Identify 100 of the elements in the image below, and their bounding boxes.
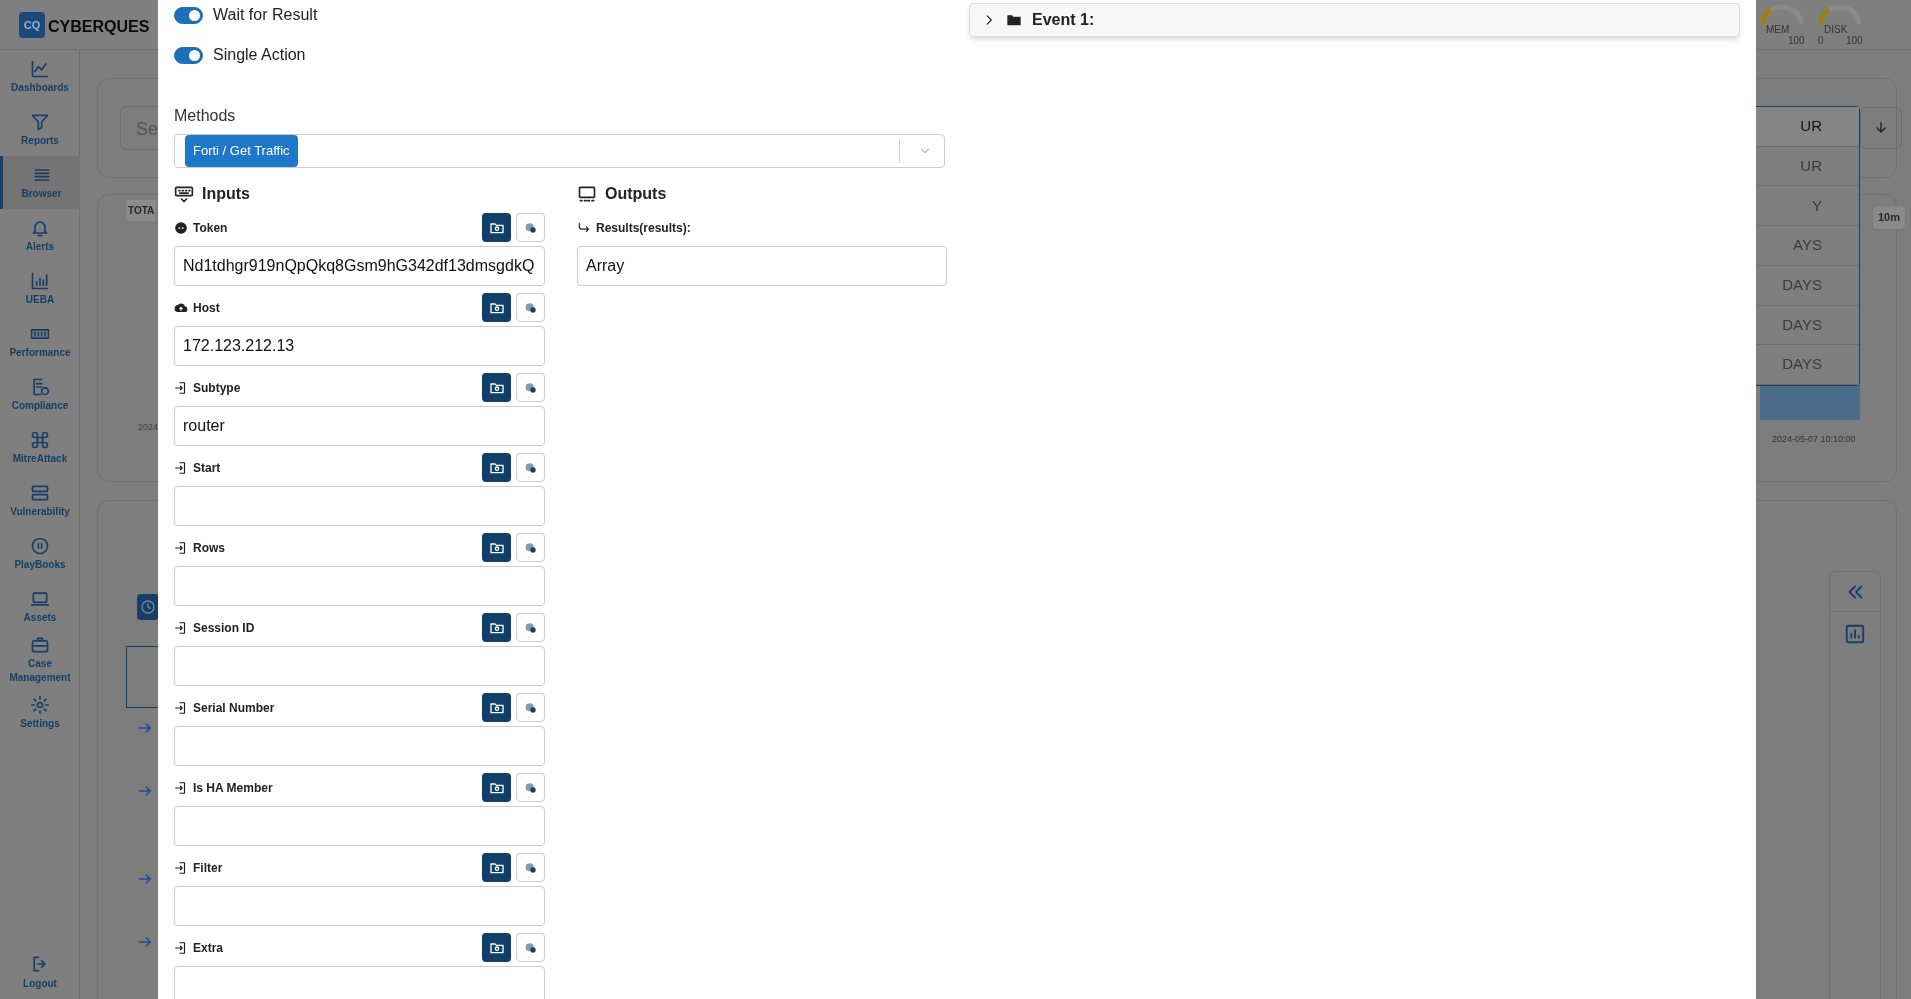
input-field[interactable]: [174, 805, 545, 846]
variable-button[interactable]: [516, 293, 545, 322]
snapshot-button[interactable]: [482, 453, 511, 482]
sidebar-item[interactable]: Compliance: [0, 368, 80, 421]
share-arrow-icon: [577, 220, 591, 235]
bar-chart-icon: [1844, 623, 1866, 645]
methods-select[interactable]: Forti / Get Traffic: [174, 134, 945, 168]
sidebar-item[interactable]: Settings: [0, 686, 80, 739]
variable-button[interactable]: [516, 693, 545, 722]
folder-icon: [1006, 12, 1022, 28]
snapshot-button[interactable]: [482, 693, 511, 722]
gauge-drawing: [1760, 4, 1804, 24]
input-field[interactable]: [174, 725, 545, 766]
logout-button[interactable]: Logout: [0, 947, 80, 997]
field-label: Host: [193, 299, 220, 317]
sidebar-item[interactable]: Assets: [0, 580, 80, 633]
toggle-label: Single Action: [213, 45, 306, 65]
bar-chart-icon: [30, 270, 50, 291]
settings-icon: [30, 694, 50, 715]
toggle-label: Wait for Result: [213, 5, 318, 25]
section-title: Inputs: [202, 183, 250, 204]
sign-in-icon: [174, 700, 188, 715]
snapshot-button[interactable]: [482, 213, 511, 242]
snapshot-button[interactable]: [482, 853, 511, 882]
variable-button[interactable]: [516, 933, 545, 962]
gauge-max: 100: [1846, 35, 1863, 46]
arrow-right-icon: [137, 783, 153, 799]
pause-circle-icon: [30, 535, 50, 556]
column-header: TOTA: [126, 200, 157, 221]
toggle-switch[interactable]: [174, 6, 203, 24]
output-field[interactable]: Array: [577, 245, 947, 286]
input-field[interactable]: [174, 485, 545, 526]
snapshot-button[interactable]: [482, 293, 511, 322]
gauge-max: 100: [1788, 35, 1805, 46]
sign-in-icon: [174, 860, 188, 875]
gauge-drawing: [1818, 4, 1862, 24]
clock-button[interactable]: [137, 594, 159, 620]
field-label: Rows: [193, 539, 225, 557]
arrow-right-icon: [137, 934, 153, 950]
toggle-switch[interactable]: [174, 46, 203, 64]
sign-in-icon: [174, 460, 188, 475]
sign-in-icon: [174, 620, 188, 635]
variable-button[interactable]: [516, 373, 545, 402]
gauge-label: MEM: [1766, 24, 1790, 35]
input-field[interactable]: [174, 965, 545, 999]
command-icon: [30, 429, 50, 450]
snapshot-button[interactable]: [482, 933, 511, 962]
field-label: Results(results):: [596, 219, 691, 237]
sign-in-icon: [174, 380, 188, 395]
sidebar-item[interactable]: Vulnerability: [0, 474, 80, 527]
variable-button[interactable]: [516, 853, 545, 882]
input-field[interactable]: [174, 565, 545, 606]
sidebar-item[interactable]: Performance: [0, 315, 80, 368]
field-label: Filter: [193, 859, 223, 877]
input-field[interactable]: [174, 645, 545, 686]
event-header[interactable]: Event 1:: [969, 3, 1740, 37]
brand-name: CYBERQUES: [48, 17, 150, 37]
sidebar-item[interactable]: Browser: [0, 156, 80, 209]
variable-button[interactable]: [516, 533, 545, 562]
snapshot-button[interactable]: [482, 533, 511, 562]
sidebar-item[interactable]: Dashboards: [0, 50, 80, 103]
variable-button[interactable]: [516, 773, 545, 802]
sidebar-item[interactable]: Alerts: [0, 209, 80, 262]
snapshot-button[interactable]: [482, 773, 511, 802]
logo-mark: CQ: [19, 12, 45, 38]
document-check-icon: [30, 376, 50, 397]
axis-label: 2024-05-07 10:10:00: [1772, 433, 1856, 446]
input-field[interactable]: [174, 885, 545, 926]
input-field[interactable]: router: [174, 405, 545, 446]
field-label: Serial Number: [193, 699, 275, 717]
snapshot-button[interactable]: [482, 373, 511, 402]
chart-button[interactable]: [1843, 622, 1867, 646]
field-label: Start: [193, 459, 221, 477]
sign-in-icon: [174, 940, 188, 955]
interval-badge: 10m: [1872, 205, 1907, 230]
snapshot-button[interactable]: [482, 613, 511, 642]
field-label: Is HA Member: [193, 779, 273, 797]
field-label: Methods: [174, 106, 237, 126]
input-field[interactable]: 172.123.212.13: [174, 325, 545, 366]
sidebar-item[interactable]: UEBA: [0, 262, 80, 315]
input-field[interactable]: Nd1tdhgr919nQpQkq8Gsm9hG342df13dmsgdkQ: [174, 245, 545, 286]
mask-icon: [174, 220, 188, 235]
arrow-right-icon: [137, 720, 153, 736]
variable-button[interactable]: [516, 213, 545, 242]
sign-in-icon: [174, 540, 188, 555]
field-label: Session ID: [193, 619, 255, 637]
chart-icon: [30, 58, 50, 79]
field-label: Subtype: [193, 379, 241, 397]
clock-icon: [140, 599, 156, 615]
sidebar-item[interactable]: Case Management: [0, 633, 80, 686]
sidebar-item[interactable]: Reports: [0, 103, 80, 156]
gauge-min: 0: [1818, 35, 1824, 46]
gauge-label: DISK: [1824, 24, 1848, 35]
method-chip: Forti / Get Traffic: [185, 135, 298, 167]
section-title: Outputs: [605, 183, 667, 204]
variable-button[interactable]: [516, 613, 545, 642]
sidebar-item[interactable]: PlayBooks: [0, 527, 80, 580]
sidebar-item[interactable]: MitreAttack: [0, 421, 80, 474]
variable-button[interactable]: [516, 453, 545, 482]
sign-in-icon: [174, 780, 188, 795]
